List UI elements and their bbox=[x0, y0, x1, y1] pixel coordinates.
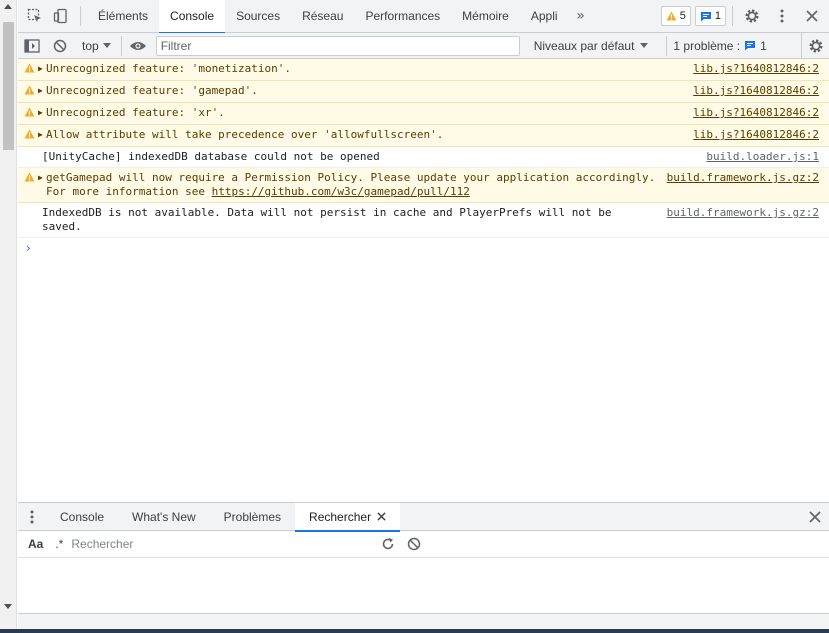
page-scrollbar[interactable] bbox=[0, 0, 17, 633]
toolbar-separator bbox=[732, 6, 733, 26]
warnings-count: 5 bbox=[679, 10, 686, 22]
scroll-thumb[interactable] bbox=[3, 22, 14, 150]
drawer-menu-kebab-icon[interactable] bbox=[18, 503, 46, 531]
toolbar-right: 5 1 bbox=[660, 3, 829, 29]
issues-badge[interactable]: 1 bbox=[694, 6, 726, 26]
message-source-link[interactable]: build.loader.js:1 bbox=[706, 150, 819, 164]
warning-icon bbox=[24, 84, 38, 99]
expand-triangle-icon[interactable]: ▶ bbox=[38, 84, 46, 98]
console-message[interactable]: ▶ Unrecognized feature: 'xr'. lib.js?164… bbox=[18, 103, 829, 125]
console-filter-input[interactable] bbox=[155, 35, 520, 56]
scroll-up-arrow[interactable] bbox=[4, 4, 12, 9]
prompt-chevron-icon: › bbox=[26, 241, 31, 255]
warning-icon bbox=[24, 128, 38, 143]
devtools-drawer: Console What's New Problèmes Rechercher … bbox=[18, 502, 829, 633]
console-message[interactable]: ▶ Unrecognized feature: 'monetization'. … bbox=[18, 59, 829, 81]
more-tabs-chevron-icon[interactable]: » bbox=[569, 8, 593, 24]
clear-search-icon[interactable] bbox=[401, 531, 427, 557]
search-toolbar: Aa .* bbox=[18, 531, 829, 558]
console-message[interactable]: ▶ getGamepad will now require a Permissi… bbox=[18, 168, 829, 203]
devtools-tabbar: Éléments Console Sources Réseau Performa… bbox=[18, 0, 829, 34]
log-levels-label: Niveaux par défaut bbox=[533, 38, 635, 53]
message-source-link[interactable]: lib.js?1640812846:2 bbox=[693, 62, 819, 76]
message-text: [UnityCache] indexedDB database could no… bbox=[42, 150, 380, 163]
drawer-tabbar: Console What's New Problèmes Rechercher bbox=[18, 502, 829, 532]
tab-elements[interactable]: Éléments bbox=[87, 0, 159, 33]
message-url-link[interactable]: https://github.com/w3c/gamepad/pull/112 bbox=[212, 185, 470, 198]
close-devtools-icon[interactable] bbox=[799, 3, 825, 29]
taskbar-edge bbox=[0, 629, 829, 633]
console-messages: ▶ Unrecognized feature: 'monetization'. … bbox=[18, 59, 829, 258]
drawer-tab-search-label: Rechercher bbox=[309, 509, 372, 524]
dropdown-arrow-icon bbox=[640, 42, 649, 48]
log-levels-dropdown[interactable]: Niveaux par défaut bbox=[524, 39, 659, 53]
message-text: getGamepad will now require a Permission… bbox=[46, 171, 657, 199]
tab-application[interactable]: Appli bbox=[520, 0, 569, 33]
console-prompt[interactable]: › bbox=[18, 238, 829, 258]
problems-count: 1 bbox=[760, 38, 767, 53]
dropdown-arrow-icon bbox=[102, 42, 111, 48]
settings-gear-icon[interactable] bbox=[739, 3, 765, 29]
message-text: IndexedDB is not available. Data will no… bbox=[42, 206, 619, 233]
tab-console[interactable]: Console bbox=[159, 0, 226, 34]
expand-triangle-icon[interactable]: ▶ bbox=[38, 128, 46, 142]
more-options-kebab-icon[interactable] bbox=[769, 3, 795, 29]
refresh-icon[interactable] bbox=[375, 531, 401, 557]
message-text: Unrecognized feature: 'monetization'. bbox=[46, 62, 292, 75]
search-input[interactable] bbox=[69, 534, 346, 554]
console-message[interactable]: IndexedDB is not available. Data will no… bbox=[18, 203, 829, 238]
problems-label: 1 problème : bbox=[673, 38, 741, 53]
close-tab-icon[interactable] bbox=[377, 512, 386, 521]
warning-icon bbox=[24, 171, 38, 186]
message-icon bbox=[745, 41, 756, 51]
message-source-link[interactable]: build.framework.js.gz:2 bbox=[667, 206, 819, 220]
tab-network[interactable]: Réseau bbox=[291, 0, 354, 33]
close-drawer-icon[interactable] bbox=[801, 503, 829, 531]
tab-performance[interactable]: Performances bbox=[354, 0, 451, 33]
console-message[interactable]: [UnityCache] indexedDB database could no… bbox=[18, 147, 829, 168]
search-results-area bbox=[18, 558, 829, 613]
message-text: Allow attribute will take precedence ove… bbox=[46, 128, 444, 141]
expand-triangle-icon[interactable]: ▶ bbox=[38, 62, 46, 76]
clear-console-icon[interactable] bbox=[46, 33, 74, 59]
drawer-tab-search[interactable]: Rechercher bbox=[295, 502, 401, 532]
console-toolbar: top Niveaux par défaut 1 problème : 1 bbox=[18, 32, 829, 59]
message-source-link[interactable]: lib.js?1640812846:2 bbox=[693, 106, 819, 120]
message-text: Unrecognized feature: 'xr'. bbox=[46, 106, 225, 119]
drawer-tab-problems[interactable]: Problèmes bbox=[210, 503, 295, 531]
message-icon bbox=[700, 11, 711, 21]
context-label: top bbox=[82, 38, 99, 53]
context-selector[interactable]: top bbox=[74, 39, 119, 53]
console-settings-gear-icon[interactable] bbox=[801, 32, 829, 59]
message-text: Unrecognized feature: 'gamepad'. bbox=[46, 84, 258, 97]
problems-button[interactable]: 1 problème : 1 bbox=[666, 35, 772, 56]
message-source-link[interactable]: build.framework.js.gz:2 bbox=[667, 171, 819, 185]
expand-triangle-icon[interactable]: ▶ bbox=[38, 106, 46, 120]
tab-memory[interactable]: Mémoire bbox=[451, 0, 520, 33]
drawer-tab-console[interactable]: Console bbox=[46, 503, 118, 531]
console-message[interactable]: ▶ Allow attribute will take precedence o… bbox=[18, 125, 829, 147]
drawer-tab-whats-new[interactable]: What's New bbox=[118, 503, 210, 531]
warning-icon bbox=[666, 11, 677, 21]
issues-count: 1 bbox=[714, 10, 721, 22]
sidebar-toggle-icon[interactable] bbox=[18, 33, 46, 59]
toolbar-separator bbox=[120, 35, 122, 56]
expand-triangle-icon[interactable]: ▶ bbox=[38, 171, 46, 185]
toolbar-separator bbox=[80, 6, 81, 26]
warnings-badge[interactable]: 5 bbox=[660, 6, 691, 26]
warning-icon bbox=[24, 106, 38, 121]
message-source-link[interactable]: lib.js?1640812846:2 bbox=[693, 84, 819, 98]
devtools-panel: Éléments Console Sources Réseau Performa… bbox=[18, 0, 829, 633]
device-toolbar-icon[interactable] bbox=[48, 0, 74, 33]
scroll-down-arrow[interactable] bbox=[4, 604, 12, 609]
match-case-button[interactable]: Aa bbox=[22, 531, 49, 557]
tab-sources[interactable]: Sources bbox=[225, 0, 291, 33]
message-source-link[interactable]: lib.js?1640812846:2 bbox=[693, 128, 819, 142]
warning-icon bbox=[24, 62, 38, 77]
inspect-element-icon[interactable] bbox=[22, 0, 48, 33]
console-message[interactable]: ▶ Unrecognized feature: 'gamepad'. lib.j… bbox=[18, 81, 829, 103]
live-expression-eye-icon[interactable] bbox=[124, 33, 152, 59]
regex-button[interactable]: .* bbox=[49, 531, 69, 557]
